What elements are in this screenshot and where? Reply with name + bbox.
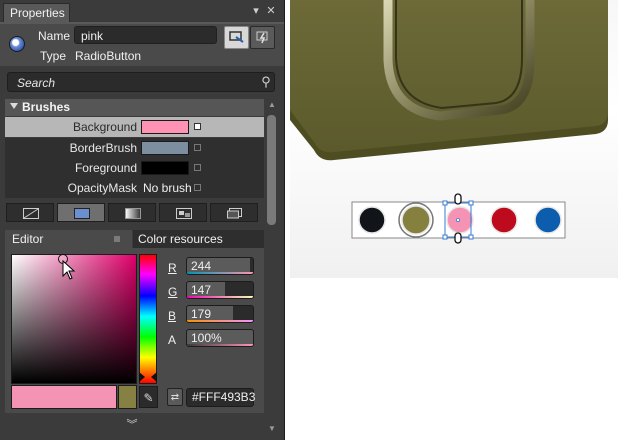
- name-label: Name: [38, 29, 71, 43]
- g-field[interactable]: 147: [186, 281, 254, 299]
- borderbrush-swatch[interactable]: [141, 141, 189, 155]
- name-input[interactable]: pink: [74, 26, 217, 44]
- advanced-property-marker[interactable]: [194, 184, 201, 191]
- b-gradient: [187, 320, 253, 322]
- editor-tab[interactable]: Editor: [5, 230, 132, 248]
- properties-view-button[interactable]: [224, 26, 249, 49]
- advanced-property-marker[interactable]: [194, 164, 201, 171]
- expand-chevron-icon[interactable]: ︾: [124, 418, 140, 432]
- scroll-up-icon[interactable]: ▲: [266, 99, 278, 111]
- no-brush-tab[interactable]: [6, 203, 54, 222]
- foreground-swatch[interactable]: [141, 161, 189, 175]
- color-swatch-4[interactable]: [490, 206, 518, 234]
- a-label: A: [168, 333, 177, 347]
- scroll-down-icon[interactable]: ▼: [266, 423, 278, 435]
- mouse-pointer-icon: [62, 260, 76, 280]
- tile-brush-tab[interactable]: [159, 203, 207, 222]
- hex-value-input[interactable]: #FFF493B3: [186, 388, 255, 407]
- new-color-preview: [11, 385, 117, 409]
- brush-row-opacitymask[interactable]: OpacityMask No brush: [5, 178, 264, 198]
- olive-device-body[interactable]: [290, 0, 608, 161]
- solid-brush-tab[interactable]: [57, 203, 105, 222]
- scrollbar-thumb[interactable]: [267, 115, 276, 225]
- search-icon[interactable]: ⚲: [258, 73, 274, 91]
- brush-label: BorderBrush: [69, 141, 137, 155]
- type-value: RadioButton: [75, 49, 142, 63]
- search-placeholder: Search: [17, 76, 56, 90]
- lightning-icon: [256, 31, 268, 44]
- collapse-arrow-icon[interactable]: [10, 103, 18, 109]
- brush-resources-icon: [227, 208, 242, 219]
- brush-resources-tab[interactable]: [210, 203, 258, 222]
- hue-slider-thumb-left[interactable]: [139, 372, 145, 382]
- properties-tab[interactable]: Properties: [3, 3, 70, 22]
- brush-row-background[interactable]: Background: [5, 117, 264, 137]
- r-field[interactable]: 244: [186, 257, 254, 275]
- close-icon[interactable]: ✕: [265, 4, 277, 18]
- brush-label: Foreground: [74, 161, 137, 175]
- brush-label: OpacityMask: [67, 181, 137, 195]
- a-gradient: [187, 344, 253, 346]
- g-label: G: [168, 285, 178, 299]
- events-view-button[interactable]: [250, 26, 275, 49]
- advanced-property-marker[interactable]: [194, 144, 201, 151]
- eyedropper-icon[interactable]: ✎: [139, 386, 158, 408]
- artboard-canvas: [290, 0, 608, 244]
- brush-row-borderbrush[interactable]: BorderBrush: [5, 138, 264, 158]
- g-gradient: [187, 296, 253, 298]
- pin-icon[interactable]: ▾: [250, 4, 262, 18]
- hue-slider-thumb-right[interactable]: [151, 372, 157, 382]
- radiobutton-type-icon: [9, 36, 25, 52]
- type-label: Type: [40, 49, 67, 63]
- properties-view-icon: [229, 31, 244, 43]
- color-resources-tab[interactable]: Color resources: [133, 230, 264, 248]
- a-field[interactable]: 100%: [186, 329, 254, 347]
- r-gradient: [187, 272, 253, 274]
- gradient-brush-icon: [125, 208, 141, 219]
- background-swatch[interactable]: [141, 120, 189, 134]
- gradient-brush-tab[interactable]: [108, 203, 156, 222]
- r-label: R: [168, 261, 177, 275]
- color-swatch-1[interactable]: [358, 206, 386, 234]
- initial-color-preview[interactable]: [118, 385, 137, 409]
- opacitymask-value[interactable]: No brush: [143, 178, 192, 198]
- advanced-property-marker[interactable]: [194, 123, 201, 130]
- no-brush-icon: [23, 208, 39, 219]
- tile-brush-icon: [176, 208, 192, 219]
- brushes-category-header[interactable]: Brushes: [5, 99, 264, 116]
- color-swatch-2[interactable]: [401, 205, 431, 235]
- color-swatch-5[interactable]: [534, 206, 562, 234]
- editor-tab-marker: [114, 236, 120, 242]
- hue-slider[interactable]: [139, 254, 157, 384]
- solid-brush-icon: [74, 208, 90, 219]
- b-field[interactable]: 179: [186, 305, 254, 323]
- color-space-toggle-icon[interactable]: ⇄: [167, 388, 183, 406]
- brush-row-foreground[interactable]: Foreground: [5, 158, 264, 178]
- brush-label: Background: [72, 120, 137, 134]
- b-label: B: [168, 309, 177, 323]
